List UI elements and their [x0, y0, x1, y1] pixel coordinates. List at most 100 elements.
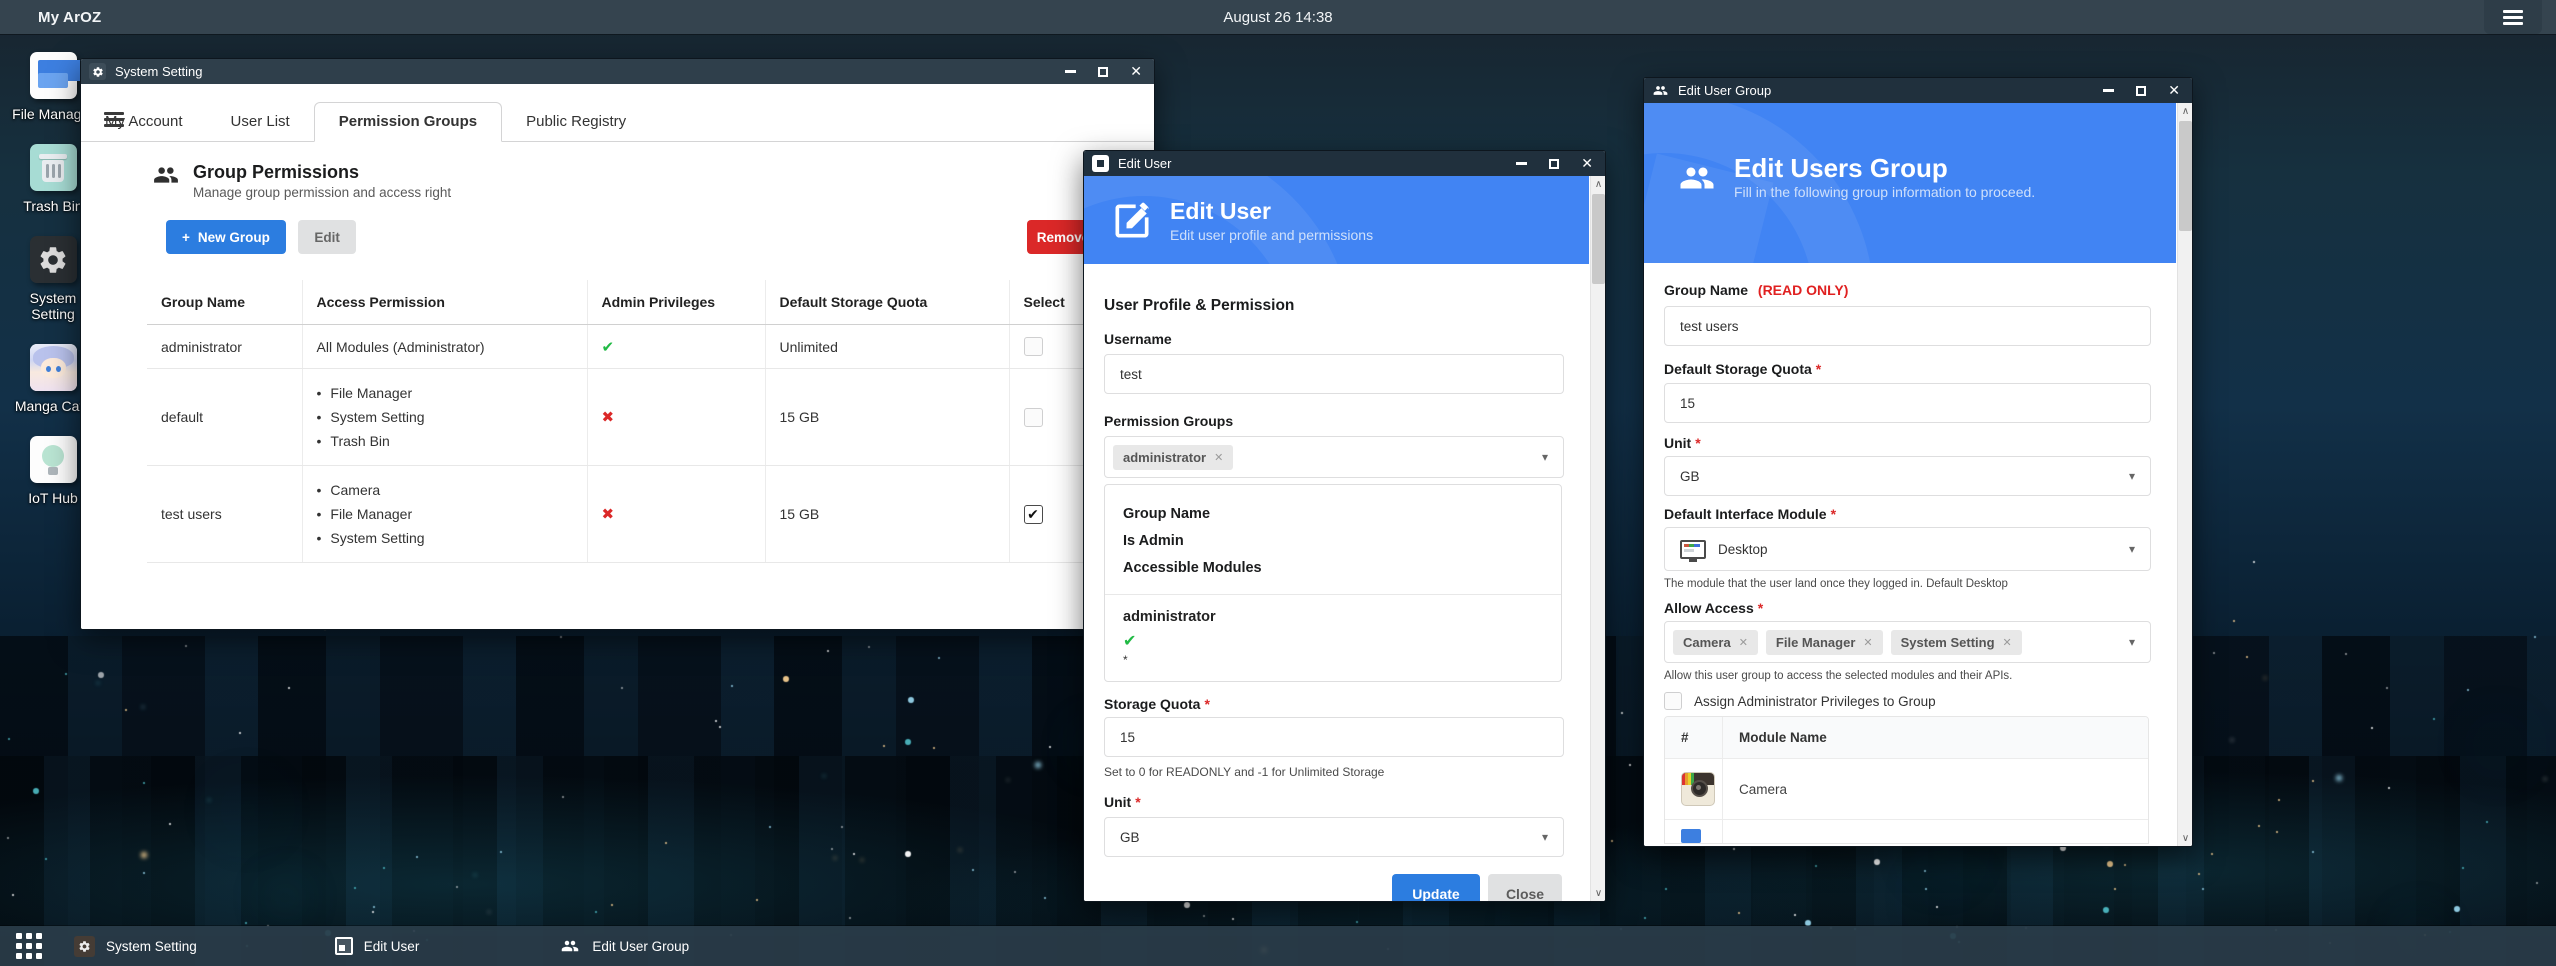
folder-icon: [30, 52, 77, 99]
menu-hamburger-icon[interactable]: [104, 109, 124, 130]
row-select-checkbox[interactable]: ✔: [1024, 505, 1043, 524]
default-storage-quota-label: Default Storage Quota*: [1664, 361, 1821, 377]
scroll-down-icon[interactable]: ∨: [1591, 885, 1606, 901]
tab-public-registry[interactable]: Public Registry: [502, 103, 650, 141]
scrollbar[interactable]: ∧ ∨: [1590, 176, 1605, 901]
brand-label[interactable]: My ArOZ: [38, 9, 101, 26]
remove-tag-icon[interactable]: ✕: [1739, 636, 1748, 649]
cross-icon: ✖: [602, 506, 615, 523]
table-row: administrator All Modules (Administrator…: [147, 325, 1101, 369]
edit-user-titlebar[interactable]: Edit User ✕: [1084, 151, 1605, 176]
group-info-name: administrator: [1123, 609, 1543, 625]
window-title: Edit User Group: [1678, 83, 1771, 98]
taskbar: System Setting Edit User Edit User Group: [0, 926, 2556, 966]
storage-quota-field[interactable]: [1104, 717, 1564, 757]
row-select-checkbox[interactable]: [1024, 337, 1043, 356]
unit-select[interactable]: GB ▾: [1104, 817, 1564, 857]
allowed-module-tag: System Setting ✕: [1891, 630, 2022, 655]
allow-access-multiselect[interactable]: Camera ✕ File Manager ✕ System Setting ✕…: [1664, 621, 2151, 663]
form-section-title: User Profile & Permission: [1104, 297, 1294, 315]
allowed-module-tag: File Manager ✕: [1766, 630, 1883, 655]
permission-groups-label: Permission Groups: [1104, 413, 1233, 429]
assign-admin-checkbox[interactable]: [1664, 692, 1682, 710]
maximize-button[interactable]: [2136, 86, 2146, 96]
group-name-field[interactable]: [1664, 306, 2151, 346]
chevron-down-icon: ▾: [2129, 469, 2135, 483]
minimize-button[interactable]: [2103, 89, 2114, 92]
selected-group-tag: administrator ✕: [1113, 445, 1233, 470]
scroll-down-icon[interactable]: ∨: [2178, 830, 2193, 846]
edit-group-button[interactable]: Edit: [298, 220, 356, 254]
module-row: Camera: [1665, 758, 2148, 819]
new-group-button[interactable]: + New Group: [166, 220, 286, 254]
group-name-cell: test users: [147, 466, 302, 563]
group-icon: [559, 937, 581, 955]
permission-groups-multiselect[interactable]: administrator ✕ ▾: [1104, 436, 1564, 478]
permission-groups-panel: Group Permissions Manage group permissio…: [81, 142, 1154, 629]
clock-label: August 26 14:38: [1223, 9, 1332, 26]
close-button[interactable]: ✕: [2168, 82, 2180, 99]
group-info-modules: *: [1123, 653, 1543, 667]
group-permission-table: Group Name Access Permission Admin Privi…: [147, 280, 1101, 563]
close-button[interactable]: ✕: [1130, 63, 1142, 80]
dialog-title: Edit User: [1170, 198, 1373, 224]
column-header: Group Name: [147, 280, 302, 325]
column-header: Module Name: [1723, 717, 1843, 758]
top-bar: My ArOZ August 26 14:38: [0, 0, 2556, 34]
close-button[interactable]: ✕: [1581, 155, 1593, 172]
username-label: Username: [1104, 331, 1172, 347]
tab-permission-groups[interactable]: Permission Groups: [314, 102, 502, 142]
group-icon: [1652, 82, 1669, 99]
readonly-note: (READ ONLY): [1758, 282, 1849, 298]
trash-icon: [30, 144, 77, 191]
chevron-down-icon: ▾: [1542, 450, 1548, 464]
scrollbar-thumb[interactable]: [2179, 121, 2192, 231]
default-interface-module-select[interactable]: Desktop ▾: [1664, 527, 2151, 571]
folder-icon: [1681, 829, 1701, 843]
remove-tag-icon[interactable]: ✕: [1863, 636, 1872, 649]
system-setting-titlebar[interactable]: System Setting ✕: [81, 59, 1154, 84]
close-dialog-button[interactable]: Close: [1488, 874, 1562, 902]
module-table: # Module Name Camera: [1664, 716, 2149, 844]
remove-tag-icon[interactable]: ✕: [1214, 451, 1223, 464]
quota-cell: 15 GB: [765, 369, 1009, 466]
storage-quota-helper: Set to 0 for READONLY and -1 for Unlimit…: [1104, 765, 1384, 779]
plus-icon: +: [182, 230, 190, 245]
column-header: #: [1665, 717, 1723, 758]
unit-select[interactable]: GB ▾: [1664, 456, 2151, 496]
taskbar-item-edit-user-group[interactable]: Edit User Group: [549, 926, 699, 966]
default-storage-quota-field[interactable]: [1664, 383, 2151, 423]
scrollbar[interactable]: ∧ ∨: [2177, 103, 2192, 846]
interface-module-helper: The module that the user land once they …: [1664, 578, 2008, 590]
remove-tag-icon[interactable]: ✕: [2003, 636, 2012, 649]
maximize-button[interactable]: [1098, 67, 1108, 77]
quota-cell: 15 GB: [765, 466, 1009, 563]
taskbar-item-edit-user[interactable]: Edit User: [325, 926, 430, 966]
dialog-subtitle: Fill in the following group information …: [1734, 184, 2035, 200]
topbar-menu-button[interactable]: [2484, 0, 2542, 34]
edit-user-group-window: Edit User Group ✕ ∧ ∨ Edit Users Group F…: [1643, 77, 2193, 847]
edit-user-header: Edit User Edit user profile and permissi…: [1084, 176, 1589, 264]
column-header: Default Storage Quota: [765, 280, 1009, 325]
username-field[interactable]: [1104, 354, 1564, 394]
row-select-checkbox[interactable]: [1024, 408, 1043, 427]
minimize-button[interactable]: [1516, 162, 1527, 165]
scroll-up-icon[interactable]: ∧: [2178, 103, 2193, 119]
scrollbar-thumb[interactable]: [1592, 194, 1605, 284]
scroll-up-icon[interactable]: ∧: [1591, 176, 1606, 192]
page-subtitle: Manage group permission and access right: [193, 185, 451, 200]
allow-access-helper: Allow this user group to access the sele…: [1664, 670, 2012, 682]
update-button[interactable]: Update: [1392, 874, 1480, 902]
edit-user-group-titlebar[interactable]: Edit User Group ✕: [1644, 78, 2192, 103]
minimize-button[interactable]: [1065, 70, 1076, 73]
tab-user-list[interactable]: User List: [207, 103, 314, 141]
assign-admin-row: Assign Administrator Privileges to Group: [1664, 692, 1936, 710]
group-actions: + New Group Edit Remove: [166, 220, 1099, 254]
maximize-button[interactable]: [1549, 159, 1559, 169]
taskbar-item-system-setting[interactable]: System Setting: [64, 926, 207, 966]
column-header: Admin Privileges: [587, 280, 765, 325]
app-launcher-grid-icon[interactable]: [16, 933, 42, 959]
tab-my-account[interactable]: My Account: [81, 103, 207, 141]
system-setting-body: My Account User List Permission Groups P…: [81, 84, 1154, 629]
assign-admin-label: Assign Administrator Privileges to Group: [1694, 694, 1936, 709]
